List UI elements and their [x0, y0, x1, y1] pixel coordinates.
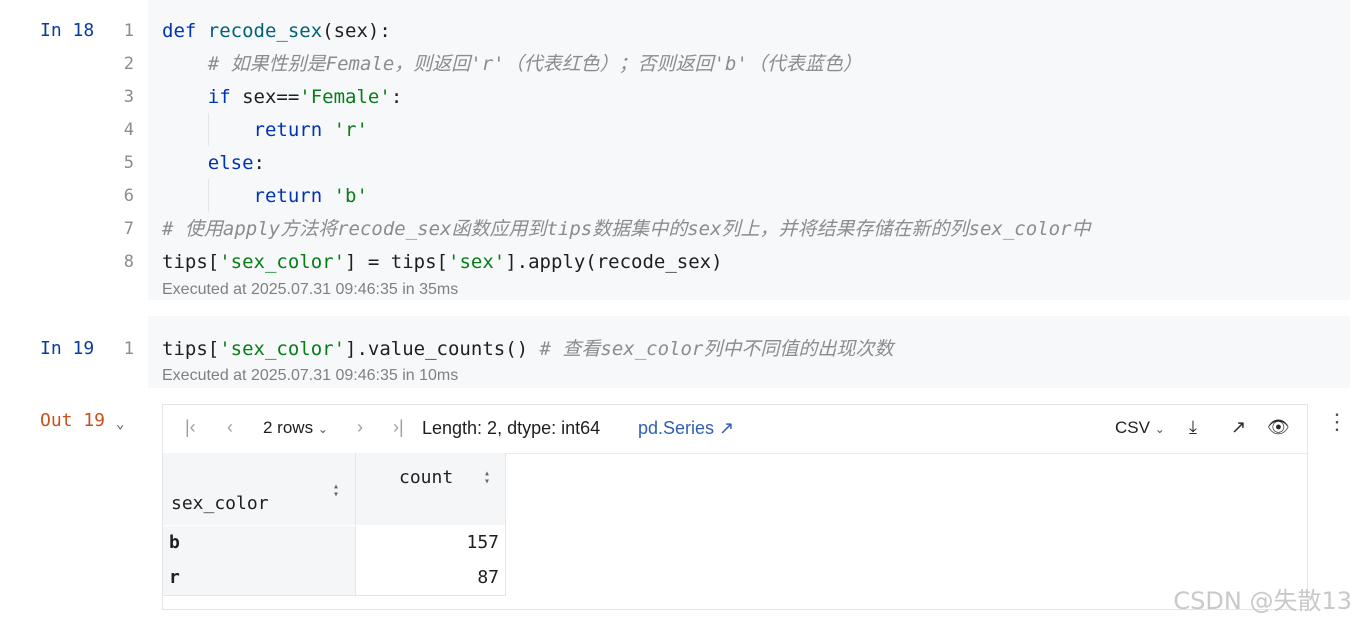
- indent-guide: [208, 179, 209, 212]
- line-number: 1: [123, 21, 134, 41]
- next-page-icon[interactable]: ›: [357, 417, 363, 438]
- code-text[interactable]: return 'b': [162, 180, 368, 213]
- chevron-down-icon: ⌄: [1154, 422, 1165, 436]
- line-number: 8: [123, 252, 134, 272]
- rows-label: 2 rows: [263, 418, 314, 437]
- line-number: 6: [123, 186, 134, 206]
- code-token: return: [253, 119, 334, 141]
- code-token: 'b': [333, 185, 368, 207]
- code-cell-18[interactable]: In 18 1 def recode_sex(sex): 2 # 如果性别是Fema…: [0, 0, 1356, 300]
- line-number: 1: [123, 339, 134, 359]
- code-token: # 查看sex_color列中不同值的出现次数: [539, 338, 894, 360]
- code-token: tips[: [162, 338, 220, 360]
- rows-dropdown[interactable]: 2 rows ⌄: [263, 418, 328, 438]
- eye-icon[interactable]: 👁: [1267, 417, 1290, 438]
- code-token: def: [162, 20, 208, 42]
- code-line[interactable]: 6 return 'b': [0, 180, 1356, 213]
- code-token: 'r': [333, 119, 368, 141]
- series-info: Length: 2, dtype: int64: [422, 418, 601, 438]
- row-index-column: [163, 526, 356, 596]
- line-number: 5: [123, 153, 134, 173]
- code-text[interactable]: tips['sex_color'].value_counts() # 查看sex…: [162, 333, 893, 366]
- code-text[interactable]: def recode_sex(sex):: [162, 15, 391, 48]
- code-token: :: [390, 86, 403, 108]
- execution-info: Executed at 2025.07.31 09:46:35 in 35ms: [162, 281, 459, 298]
- code-text[interactable]: # 如果性别是Female，则返回'r'（代表红色）；否则返回'b'（代表蓝色）: [162, 48, 862, 81]
- collapse-chevron-icon[interactable]: ⌄: [116, 416, 124, 432]
- code-text[interactable]: tips['sex_color'] = tips['sex'].apply(re…: [162, 246, 723, 279]
- type-link[interactable]: pd.Series ↗: [638, 418, 734, 439]
- row-value-r: 87: [477, 567, 499, 588]
- line-number: 2: [123, 54, 134, 74]
- code-token: 'Female': [299, 86, 391, 108]
- code-text[interactable]: else:: [162, 147, 265, 180]
- indent-guide: [208, 113, 209, 146]
- row-index-r: r: [169, 567, 180, 588]
- code-token: # 如果性别是Female，则返回'r'（代表红色）；否则返回'b'（代表蓝色）: [162, 53, 862, 75]
- output-toolbar: |‹ ‹ 2 rows ⌄ › ›| Length: 2, dtype: int…: [163, 405, 1307, 454]
- code-line[interactable]: 1 def recode_sex(sex):: [0, 15, 1356, 48]
- code-token: tips[: [162, 251, 220, 273]
- code-cell-19[interactable]: In 19 1 tips['sex_color'].value_counts() …: [0, 316, 1356, 388]
- sort-icon[interactable]: ▴ ▾: [333, 482, 339, 500]
- code-token: recode_sex: [207, 20, 323, 42]
- prev-page-icon[interactable]: ‹: [227, 417, 233, 438]
- row-index-b: b: [169, 532, 180, 553]
- code-line[interactable]: 3 if sex=='Female':: [0, 81, 1356, 114]
- more-options-icon[interactable]: ⋮: [1326, 410, 1348, 435]
- code-text[interactable]: return 'r': [162, 114, 368, 147]
- index-header[interactable]: sex_color ▴ ▾: [163, 453, 356, 525]
- code-token: else: [207, 152, 254, 174]
- code-token: ].value_counts(): [345, 338, 540, 360]
- code-line[interactable]: 7 # 使用apply方法将recode_sex函数应用到tips数据集中的sex…: [0, 213, 1356, 246]
- code-token: 'sex_color': [219, 251, 346, 273]
- table-bottom-border: [163, 595, 506, 596]
- table-right-border: [505, 453, 506, 596]
- code-text[interactable]: if sex=='Female':: [162, 81, 403, 114]
- code-text[interactable]: # 使用apply方法将recode_sex函数应用到tips数据集中的sex列…: [162, 213, 1091, 246]
- row-value-b: 157: [466, 532, 499, 553]
- code-token: ].apply(recode_sex): [505, 251, 723, 273]
- download-icon[interactable]: ⤓: [1189, 417, 1197, 438]
- line-number: 4: [123, 120, 134, 140]
- last-page-icon[interactable]: ›|: [393, 417, 404, 438]
- code-token: 'sex_color': [219, 338, 346, 360]
- count-header[interactable]: count ▴ ▾: [356, 453, 506, 525]
- output-viewer: |‹ ‹ 2 rows ⌄ › ›| Length: 2, dtype: int…: [162, 404, 1308, 610]
- code-line[interactable]: 1 tips['sex_color'].value_counts() # 查看se…: [0, 333, 1356, 366]
- first-page-icon[interactable]: |‹: [185, 417, 196, 438]
- line-number: 7: [123, 219, 134, 239]
- code-token: (sex):: [322, 20, 391, 42]
- code-token: ] = tips[: [345, 251, 448, 273]
- watermark: CSDN @失散13: [1173, 587, 1352, 615]
- code-token: # 使用apply方法将recode_sex函数应用到tips数据集中的sex列…: [162, 218, 1091, 240]
- csv-dropdown[interactable]: CSV ⌄: [1115, 418, 1165, 438]
- sort-icon[interactable]: ▴ ▾: [484, 469, 490, 487]
- code-line[interactable]: 8 tips['sex_color'] = tips['sex'].apply(r…: [0, 246, 1356, 279]
- code-token: sex==: [242, 86, 300, 108]
- code-token: return: [253, 185, 334, 207]
- code-line[interactable]: 4 return 'r': [0, 114, 1356, 147]
- code-token: if: [207, 86, 243, 108]
- chevron-down-icon: ⌄: [317, 422, 328, 436]
- code-token: 'sex': [448, 251, 506, 273]
- csv-label: CSV: [1115, 418, 1150, 437]
- open-external-icon[interactable]: ↗: [1231, 417, 1246, 438]
- code-token: :: [253, 152, 265, 174]
- line-number: 3: [123, 87, 134, 107]
- code-line[interactable]: 5 else:: [0, 147, 1356, 180]
- execution-info: Executed at 2025.07.31 09:46:35 in 10ms: [162, 367, 459, 384]
- output-prompt: Out 19: [40, 410, 106, 431]
- code-line[interactable]: 2 # 如果性别是Female，则返回'r'（代表红色）；否则返回'b'（代表蓝…: [0, 48, 1356, 81]
